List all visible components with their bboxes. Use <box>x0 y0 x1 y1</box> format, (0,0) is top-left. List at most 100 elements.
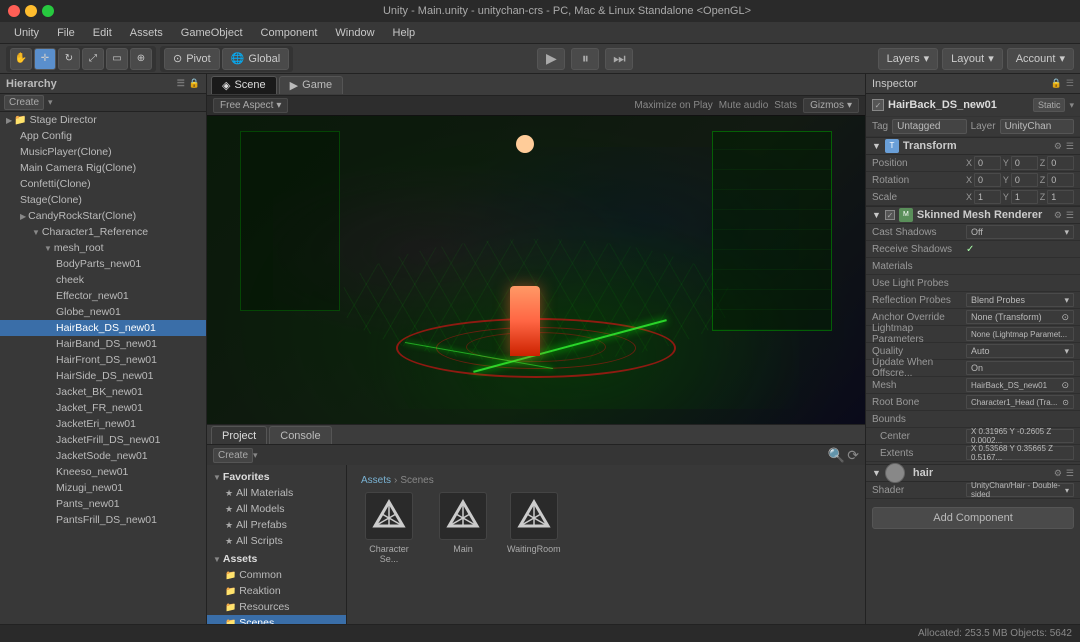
hierarchy-item-hairfront[interactable]: HairFront_DS_new01 <box>0 352 206 368</box>
browse-icon[interactable]: ⊙ <box>1061 380 1069 391</box>
hierarchy-item-stage[interactable]: Stage(Clone) <box>0 192 206 208</box>
play-button[interactable]: ▶ <box>537 48 565 70</box>
root-bone-field[interactable]: Character1_Head (Tra... ⊙ <box>966 395 1074 409</box>
active-checkbox[interactable]: ✓ <box>872 99 884 111</box>
assets-header[interactable]: ▼ Assets <box>207 551 346 567</box>
component-menu-icon[interactable]: ☰ <box>1066 141 1074 152</box>
browse-icon[interactable]: ⊙ <box>1062 398 1069 407</box>
smr-component-header[interactable]: ▼ ✓ M Skinned Mesh Renderer ⚙ ☰ <box>866 206 1080 224</box>
scene-view[interactable] <box>207 116 865 424</box>
scale-z-field[interactable]: 1 <box>1047 190 1074 204</box>
pivot-dropdown[interactable]: ⊙ Pivot <box>164 48 220 70</box>
smr-settings-icon[interactable]: ⚙ <box>1054 210 1062 221</box>
hierarchy-item-effector[interactable]: Effector_new01 <box>0 288 206 304</box>
bounds-extents-field[interactable]: X 0.53568 Y 0.35665 Z 0.5167... <box>966 446 1074 460</box>
assets-resources[interactable]: 📁 Resources <box>207 599 346 615</box>
menu-edit[interactable]: Edit <box>85 25 120 41</box>
hierarchy-item-jacketsode[interactable]: JacketSode_new01 <box>0 448 206 464</box>
smr-active-checkbox[interactable]: ✓ <box>885 210 895 220</box>
receive-shadows-check[interactable]: ✓ <box>966 244 974 255</box>
hierarchy-item-bodyparts[interactable]: BodyParts_new01 <box>0 256 206 272</box>
pos-y-field[interactable]: 0 <box>1011 156 1038 170</box>
hierarchy-menu-icon[interactable]: ☰ <box>177 78 185 89</box>
layout-dropdown[interactable]: Layout ▾ <box>942 48 1003 70</box>
hierarchy-item-appconfig[interactable]: App Config <box>0 128 206 144</box>
menu-file[interactable]: File <box>49 25 83 41</box>
transform-component-header[interactable]: ▼ T Transform ⚙ ☰ <box>866 137 1080 155</box>
menu-assets[interactable]: Assets <box>122 25 171 41</box>
bounds-center-field[interactable]: X 0.31965 Y -0.2605 Z 0.0002... <box>966 429 1074 443</box>
global-dropdown[interactable]: 🌐 Global <box>222 48 290 70</box>
hierarchy-options[interactable]: ▾ <box>48 97 53 108</box>
shader-field[interactable]: UnityChan/Hair - Double-sided ▾ <box>966 483 1074 497</box>
hierarchy-item-jacketbk[interactable]: Jacket_BK_new01 <box>0 384 206 400</box>
scale-y-field[interactable]: 1 <box>1011 190 1038 204</box>
rotate-tool[interactable]: ↻ <box>58 48 80 70</box>
create-button[interactable]: Create <box>4 95 44 110</box>
hierarchy-item-candyrockstar[interactable]: ▶ CandyRockStar(Clone) <box>0 208 206 224</box>
layers-dropdown[interactable]: Layers ▾ <box>878 48 939 70</box>
hierarchy-item-pants[interactable]: Pants_new01 <box>0 496 206 512</box>
project-all-scripts[interactable]: ★ All Scripts <box>207 533 346 549</box>
rect-tool[interactable]: ▭ <box>106 48 128 70</box>
hierarchy-item-cheek[interactable]: cheek <box>0 272 206 288</box>
mute-audio[interactable]: Mute audio <box>719 100 768 111</box>
asset-main[interactable]: Main <box>435 488 491 568</box>
reflection-probes-field[interactable]: Blend Probes ▾ <box>966 293 1074 307</box>
minimize-button[interactable] <box>25 5 37 17</box>
menu-component[interactable]: Component <box>253 25 326 41</box>
pos-z-field[interactable]: 0 <box>1047 156 1074 170</box>
update-offscreen-field[interactable]: On <box>966 361 1074 375</box>
rot-z-field[interactable]: 0 <box>1047 173 1074 187</box>
hierarchy-item-hairside[interactable]: HairSide_DS_new01 <box>0 368 206 384</box>
hierarchy-item-jacketfr[interactable]: Jacket_FR_new01 <box>0 400 206 416</box>
hierarchy-item-char1ref[interactable]: ▼ Character1_Reference <box>0 224 206 240</box>
anchor-override-field[interactable]: None (Transform) ⊙ <box>966 310 1074 324</box>
tab-project[interactable]: Project <box>211 426 267 444</box>
mesh-field[interactable]: HairBack_DS_new01 ⊙ <box>966 378 1074 392</box>
gizmos-btn[interactable]: Gizmos ▾ <box>803 98 859 113</box>
hierarchy-item-mizugi[interactable]: Mizugi_new01 <box>0 480 206 496</box>
inspector-lock-icon[interactable]: 🔒 <box>1051 78 1062 89</box>
static-arrow[interactable]: ▾ <box>1069 100 1074 111</box>
smr-menu-icon[interactable]: ☰ <box>1066 210 1074 221</box>
close-button[interactable] <box>8 5 20 17</box>
add-component-button[interactable]: Add Component <box>872 507 1074 529</box>
hierarchy-item-meshroot[interactable]: ▼ mesh_root <box>0 240 206 256</box>
inspector-menu-icon[interactable]: ☰ <box>1066 78 1074 89</box>
lightmap-params-field[interactable]: None (Lightmap Paramet... <box>966 327 1074 341</box>
layer-dropdown[interactable]: UnityChan <box>1000 119 1074 134</box>
cast-shadows-field[interactable]: Off ▾ <box>966 225 1074 239</box>
tag-dropdown[interactable]: Untagged <box>892 119 966 134</box>
hierarchy-item-globe[interactable]: Globe_new01 <box>0 304 206 320</box>
project-all-materials[interactable]: ★ All Materials <box>207 485 346 501</box>
material-settings-icon[interactable]: ⚙ <box>1054 468 1062 479</box>
pause-button[interactable]: ⏸ <box>571 48 599 70</box>
assets-scenes[interactable]: 📁 Scenes <box>207 615 346 624</box>
assets-reaktion[interactable]: 📁 Reaktion <box>207 583 346 599</box>
assets-common[interactable]: 📁 Common <box>207 567 346 583</box>
menu-window[interactable]: Window <box>327 25 382 41</box>
menu-gameobject[interactable]: GameObject <box>173 25 251 41</box>
search-icon[interactable]: 🔍 <box>828 447 845 464</box>
transform-tool[interactable]: ⊕ <box>130 48 152 70</box>
hierarchy-item-jacketeri[interactable]: JacketEri_new01 <box>0 416 206 432</box>
quality-field[interactable]: Auto ▾ <box>966 344 1074 358</box>
project-options[interactable]: ▾ <box>253 450 258 461</box>
step-button[interactable]: ⏭ <box>605 48 633 70</box>
project-all-models[interactable]: ★ All Models <box>207 501 346 517</box>
move-tool[interactable]: ✛ <box>34 48 56 70</box>
sync-icon[interactable]: ⟳ <box>847 447 859 464</box>
hierarchy-item-stage-director[interactable]: ▶ 📁 Stage Director <box>0 112 206 128</box>
rot-x-field[interactable]: 0 <box>974 173 1001 187</box>
hierarchy-item-confetti[interactable]: Confetti(Clone) <box>0 176 206 192</box>
hierarchy-item-musicplayer[interactable]: MusicPlayer(Clone) <box>0 144 206 160</box>
rot-y-field[interactable]: 0 <box>1011 173 1038 187</box>
window-controls[interactable] <box>8 5 54 17</box>
hierarchy-item-hairband[interactable]: HairBand_DS_new01 <box>0 336 206 352</box>
stats-btn[interactable]: Stats <box>774 100 797 111</box>
maximize-button[interactable] <box>42 5 54 17</box>
menu-help[interactable]: Help <box>385 25 424 41</box>
hierarchy-item-hairback[interactable]: HairBack_DS_new01 <box>0 320 206 336</box>
hierarchy-item-jacketfrill[interactable]: JacketFrill_DS_new01 <box>0 432 206 448</box>
